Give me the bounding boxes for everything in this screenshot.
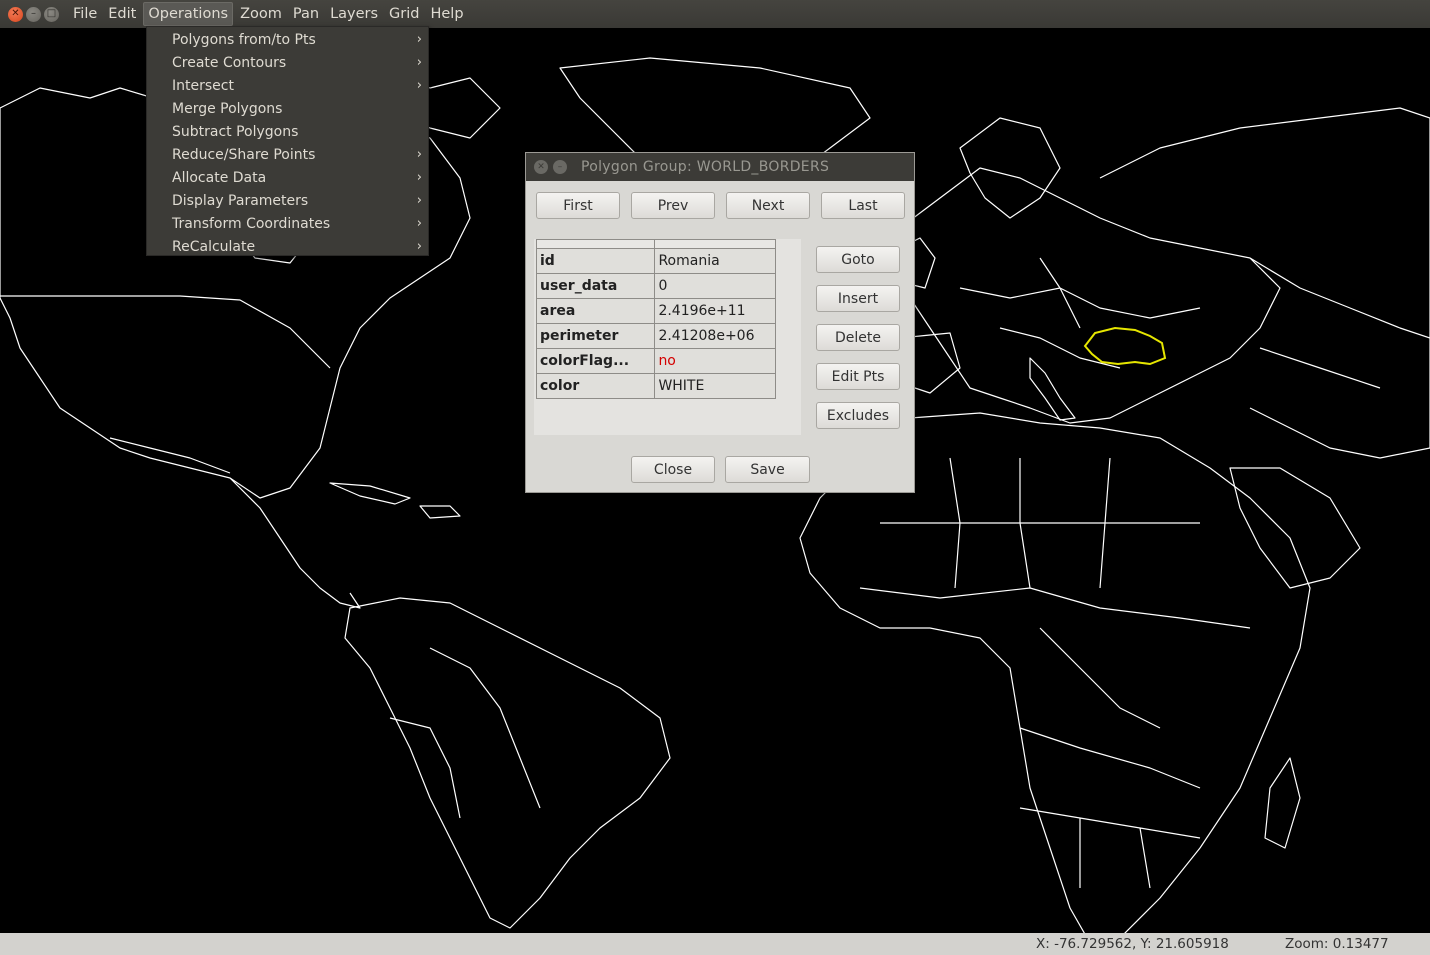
attr-key: colorFlag... bbox=[535, 348, 656, 374]
close-icon[interactable]: ✕ bbox=[8, 6, 23, 22]
menu-item-merge-polygons[interactable]: Merge Polygons bbox=[147, 97, 428, 120]
close-button[interactable]: Close bbox=[631, 456, 715, 483]
menu-item-intersect[interactable]: Intersect › bbox=[147, 74, 428, 97]
attribute-table: id Romania user_data 0 area 2.4196e+11 p… bbox=[535, 239, 776, 399]
polygon-group-dialog: ✕ – Polygon Group: WORLD_BORDERS First P… bbox=[525, 152, 915, 493]
hispaniola bbox=[419, 505, 461, 519]
attr-value[interactable]: WHITE bbox=[654, 373, 776, 399]
menu-item-allocate-data[interactable]: Allocate Data › bbox=[147, 166, 428, 189]
attr-key: color bbox=[535, 373, 656, 399]
table-header bbox=[535, 239, 776, 249]
menu-layers[interactable]: Layers bbox=[326, 2, 382, 26]
menu-zoom[interactable]: Zoom bbox=[236, 2, 286, 26]
delete-button[interactable]: Delete bbox=[816, 324, 900, 351]
romania-highlight bbox=[1083, 326, 1167, 366]
africa-borders-central bbox=[859, 587, 1251, 789]
last-button[interactable]: Last bbox=[821, 192, 905, 219]
minimize-icon[interactable]: – bbox=[26, 6, 41, 22]
attr-value[interactable]: 0 bbox=[654, 273, 776, 299]
canada-us-border bbox=[0, 295, 331, 369]
menu-operations[interactable]: Operations bbox=[143, 2, 234, 26]
scandinavia bbox=[959, 117, 1061, 219]
zoom-level: Zoom: 0.13477 bbox=[1285, 936, 1389, 952]
attr-value[interactable]: 2.4196e+11 bbox=[654, 298, 776, 324]
dialog-title: Polygon Group: WORLD_BORDERS bbox=[581, 159, 830, 175]
menu-bar: ✕ – □ File Edit Operations Zoom Pan Laye… bbox=[0, 0, 1430, 28]
asia-borders bbox=[1249, 257, 1430, 389]
menu-file[interactable]: File bbox=[69, 2, 101, 26]
cursor-coordinates: X: -76.729562, Y: 21.605918 bbox=[1036, 936, 1229, 952]
attr-value[interactable]: Romania bbox=[654, 248, 776, 274]
attr-key: user_data bbox=[535, 273, 656, 299]
andes-border bbox=[389, 717, 461, 819]
next-button[interactable]: Next bbox=[726, 192, 810, 219]
chevron-right-icon: › bbox=[416, 147, 422, 162]
menu-edit[interactable]: Edit bbox=[104, 2, 140, 26]
maximize-icon[interactable]: □ bbox=[44, 6, 59, 22]
table-row[interactable]: colorFlag... no bbox=[535, 348, 776, 374]
menu-item-recalculate[interactable]: ReCalculate › bbox=[147, 235, 428, 258]
menu-help[interactable]: Help bbox=[426, 2, 467, 26]
close-icon[interactable]: ✕ bbox=[534, 160, 548, 174]
menu-item-transform-coordinates[interactable]: Transform Coordinates › bbox=[147, 212, 428, 235]
menu-item-subtract-polygons[interactable]: Subtract Polygons bbox=[147, 120, 428, 143]
menu-pan[interactable]: Pan bbox=[289, 2, 323, 26]
madagascar bbox=[1264, 757, 1301, 849]
first-button[interactable]: First bbox=[536, 192, 620, 219]
dialog-titlebar[interactable]: ✕ – Polygon Group: WORLD_BORDERS bbox=[526, 153, 914, 181]
attr-value[interactable]: 2.41208e+06 bbox=[654, 323, 776, 349]
chevron-right-icon: › bbox=[416, 239, 422, 254]
table-row[interactable]: user_data 0 bbox=[535, 273, 776, 299]
window-controls: ✕ – □ bbox=[8, 6, 59, 22]
brazil-border bbox=[429, 647, 541, 809]
save-button[interactable]: Save bbox=[725, 456, 810, 483]
attr-key: area bbox=[535, 298, 656, 324]
africa-borders-north bbox=[880, 457, 1200, 589]
menu-item-reduce-share-points[interactable]: Reduce/Share Points › bbox=[147, 143, 428, 166]
chevron-right-icon: › bbox=[416, 55, 422, 70]
attr-key: perimeter bbox=[535, 323, 656, 349]
chevron-right-icon: › bbox=[416, 78, 422, 93]
us-mexico-border bbox=[109, 437, 231, 474]
edit-pts-button[interactable]: Edit Pts bbox=[816, 363, 900, 390]
goto-button[interactable]: Goto bbox=[816, 246, 900, 273]
chevron-right-icon: › bbox=[416, 32, 422, 47]
chevron-right-icon: › bbox=[416, 193, 422, 208]
attr-value[interactable]: no bbox=[654, 348, 776, 374]
prev-button[interactable]: Prev bbox=[631, 192, 715, 219]
chevron-right-icon: › bbox=[416, 170, 422, 185]
arabian-peninsula bbox=[1229, 467, 1361, 589]
table-row[interactable]: area 2.4196e+11 bbox=[535, 298, 776, 324]
menu-item-polygons-from-to-pts[interactable]: Polygons from/to Pts › bbox=[147, 28, 428, 51]
status-bar: X: -76.729562, Y: 21.605918 Zoom: 0.1347… bbox=[0, 933, 1430, 955]
table-row[interactable]: id Romania bbox=[535, 248, 776, 274]
menu-item-display-parameters[interactable]: Display Parameters › bbox=[147, 189, 428, 212]
operations-dropdown: Polygons from/to Pts › Create Contours ›… bbox=[146, 26, 429, 256]
central-america-outline bbox=[229, 477, 361, 609]
chevron-right-icon: › bbox=[416, 216, 422, 231]
south-america-outline bbox=[344, 597, 671, 929]
cuba bbox=[329, 482, 411, 505]
africa-borders-south bbox=[1019, 807, 1201, 889]
europe-outline bbox=[899, 167, 1281, 424]
menu-item-create-contours[interactable]: Create Contours › bbox=[147, 51, 428, 74]
table-row[interactable]: perimeter 2.41208e+06 bbox=[535, 323, 776, 349]
table-row[interactable]: color WHITE bbox=[535, 373, 776, 399]
minimize-icon[interactable]: – bbox=[553, 160, 567, 174]
insert-button[interactable]: Insert bbox=[816, 285, 900, 312]
asia-outline bbox=[1099, 107, 1430, 459]
menu-grid[interactable]: Grid bbox=[385, 2, 423, 26]
excludes-button[interactable]: Excludes bbox=[816, 402, 900, 429]
attr-key: id bbox=[535, 248, 656, 274]
